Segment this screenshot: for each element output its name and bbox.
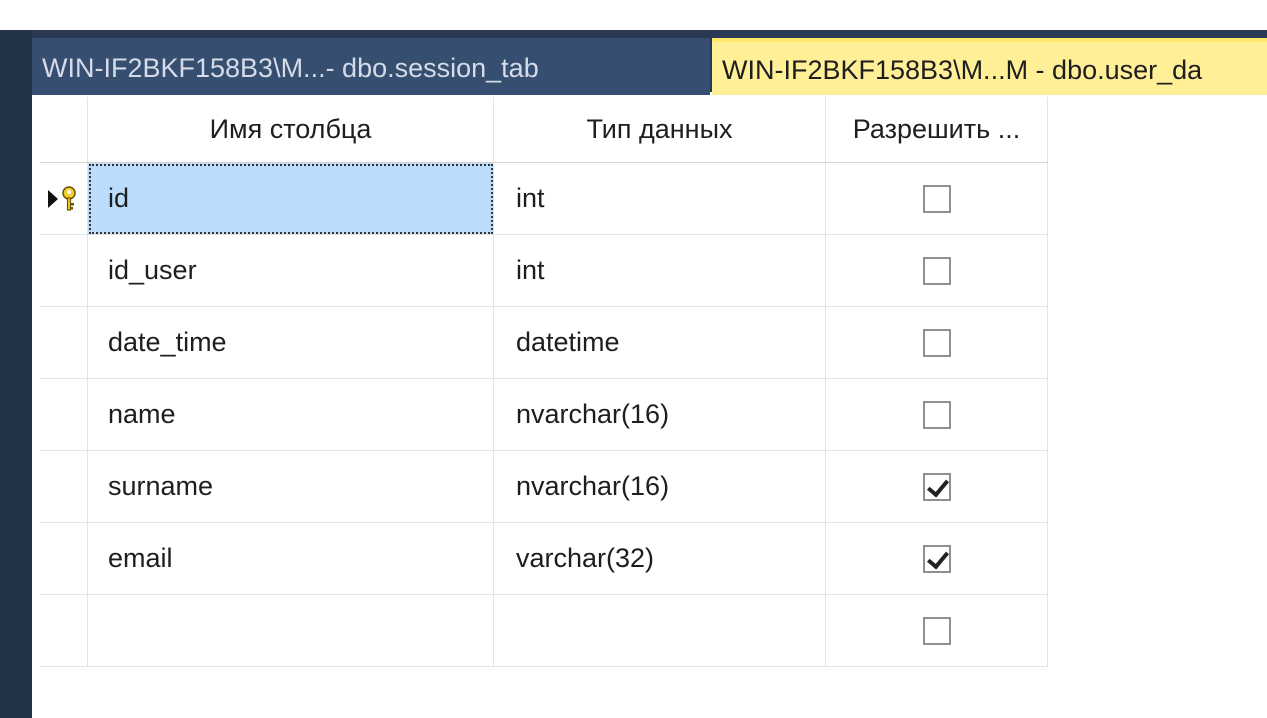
- column-name-text: name: [108, 399, 176, 429]
- data-type-text: nvarchar(16): [516, 399, 670, 429]
- column-name-text: email: [108, 543, 173, 573]
- column-name-cell[interactable]: [88, 595, 494, 667]
- row-selector[interactable]: [40, 307, 88, 379]
- row-selector[interactable]: [40, 163, 88, 235]
- data-type-cell[interactable]: datetime: [494, 307, 826, 379]
- tab-user-data[interactable]: WIN-IF2BKF158B3\M...M - dbo.user_da: [712, 38, 1267, 98]
- column-name-cell[interactable]: id_user: [88, 235, 494, 307]
- column-name-header[interactable]: Имя столбца: [88, 97, 494, 163]
- allow-nulls-checkbox[interactable]: [922, 472, 951, 501]
- allow-nulls-cell: [826, 379, 1048, 451]
- column-name-cell[interactable]: email: [88, 523, 494, 595]
- allow-nulls-checkbox[interactable]: [922, 256, 951, 285]
- tab-label: WIN-IF2BKF158B3\M...M - dbo.user_da: [722, 54, 1203, 85]
- data-type-cell[interactable]: [494, 595, 826, 667]
- column-name-header-label: Имя столбца: [209, 114, 372, 144]
- column-name-text: id: [108, 183, 130, 213]
- row-selector[interactable]: [40, 595, 88, 667]
- data-type-cell[interactable]: nvarchar(16): [494, 379, 826, 451]
- row-selector[interactable]: [40, 451, 88, 523]
- allow-nulls-checkbox[interactable]: [922, 544, 951, 573]
- data-type-text: int: [516, 183, 545, 213]
- data-type-text: nvarchar(16): [516, 471, 670, 501]
- column-name-cell[interactable]: surname: [88, 451, 494, 523]
- column-name-cell[interactable]: name: [88, 379, 494, 451]
- column-name-text: id_user: [108, 255, 197, 285]
- data-type-header[interactable]: Тип данных: [494, 97, 826, 163]
- allow-nulls-checkbox[interactable]: [922, 400, 951, 429]
- allow-nulls-cell: [826, 523, 1048, 595]
- column-name-text: surname: [108, 471, 214, 501]
- data-type-header-label: Тип данных: [586, 114, 733, 144]
- allow-nulls-checkbox[interactable]: [922, 616, 951, 645]
- row-selector[interactable]: [40, 379, 88, 451]
- allow-nulls-checkbox[interactable]: [922, 184, 951, 213]
- allow-nulls-cell: [826, 595, 1048, 667]
- tab-session-tab[interactable]: WIN-IF2BKF158B3\M...- dbo.session_tab: [32, 38, 710, 98]
- left-frame: [0, 30, 32, 718]
- tab-label: WIN-IF2BKF158B3\M...- dbo.session_tab: [42, 52, 539, 83]
- row-header-corner: [40, 97, 88, 163]
- column-name-text: date_time: [108, 327, 227, 357]
- row-selector[interactable]: [40, 523, 88, 595]
- allow-nulls-cell: [826, 307, 1048, 379]
- allow-nulls-checkbox[interactable]: [922, 328, 951, 357]
- row-selector[interactable]: [40, 235, 88, 307]
- data-type-text: int: [516, 255, 545, 285]
- data-type-cell[interactable]: nvarchar(16): [494, 451, 826, 523]
- data-type-cell[interactable]: varchar(32): [494, 523, 826, 595]
- primary-key-icon: [62, 185, 76, 211]
- allow-nulls-header-label: Разрешить ...: [852, 114, 1021, 144]
- allow-nulls-header[interactable]: Разрешить ...: [826, 97, 1048, 163]
- data-type-text: datetime: [516, 327, 620, 357]
- current-row-arrow-icon: [48, 189, 58, 208]
- allow-nulls-cell: [826, 451, 1048, 523]
- allow-nulls-cell: [826, 235, 1048, 307]
- data-type-cell[interactable]: int: [494, 163, 826, 235]
- allow-nulls-cell: [826, 163, 1048, 235]
- column-name-cell[interactable]: id: [88, 163, 494, 235]
- data-type-cell[interactable]: int: [494, 235, 826, 307]
- data-type-text: varchar(32): [516, 543, 655, 573]
- column-name-cell[interactable]: date_time: [88, 307, 494, 379]
